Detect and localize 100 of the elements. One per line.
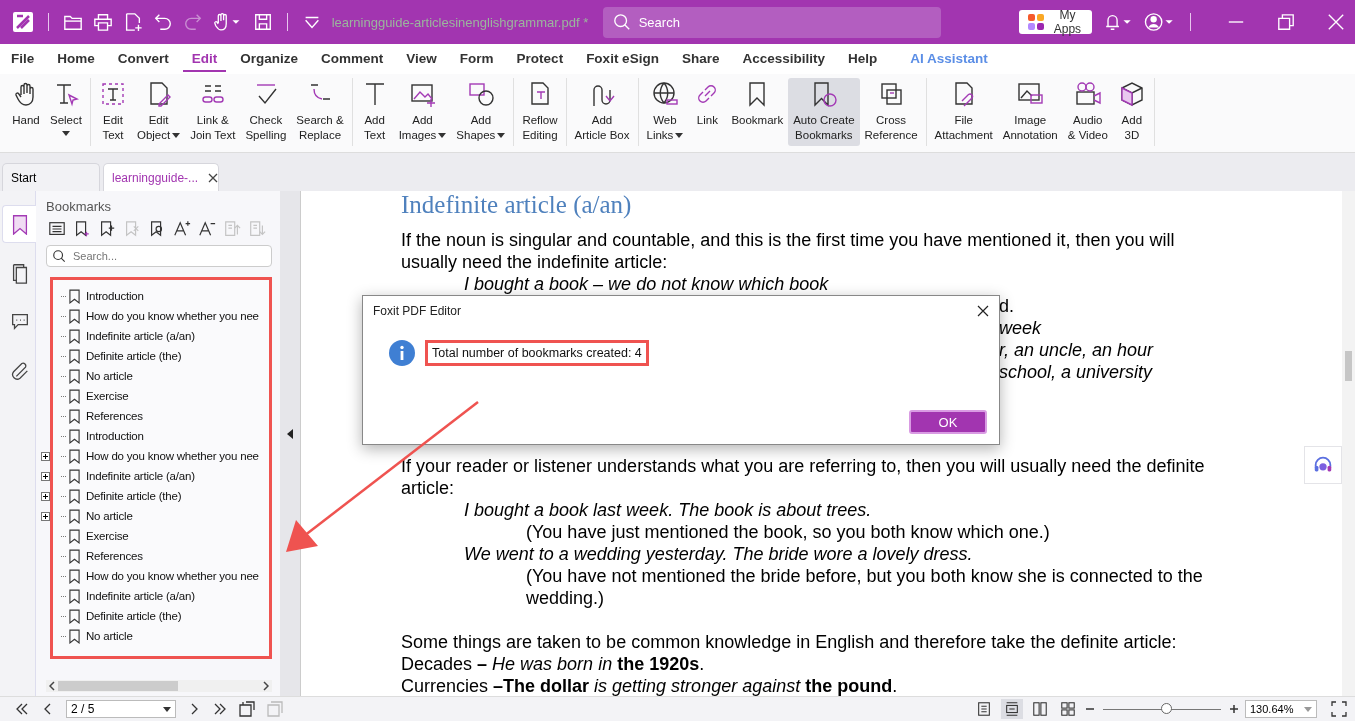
search-field[interactable]: Search... — [46, 245, 272, 267]
ribbon-button[interactable]: Add Text — [355, 78, 394, 146]
zoom-in-icon[interactable] — [1229, 704, 1239, 714]
bookmark-plus-icon[interactable] — [98, 220, 116, 238]
view-mode-button[interactable] — [1001, 699, 1023, 719]
bookmark-item[interactable]: Definite article (the) — [53, 486, 269, 506]
scroll-right-icon[interactable] — [263, 681, 269, 691]
printer-icon[interactable] — [92, 12, 113, 32]
menu-tab[interactable]: Form — [450, 46, 503, 72]
restore-icon[interactable] — [1277, 13, 1295, 31]
ai-assistant-button[interactable] — [1304, 446, 1342, 484]
ribbon-button[interactable]: Select — [45, 78, 87, 146]
bookmark-item[interactable]: No article — [53, 366, 269, 386]
bookmark-item[interactable]: Indefinite article (a/an) — [53, 466, 269, 486]
bookmark-item[interactable]: Introduction — [53, 286, 269, 306]
panel-tab[interactable] — [2, 205, 37, 243]
bookmark-item[interactable]: Exercise — [53, 386, 269, 406]
bookmark-item[interactable]: How do you know whether you nee — [53, 446, 269, 466]
ribbon-button[interactable]: Edit Object — [131, 78, 186, 146]
menu-tab[interactable]: File — [2, 46, 44, 72]
ribbon-button[interactable]: Hand — [7, 78, 45, 146]
search-field[interactable]: Search — [602, 6, 941, 38]
page-field[interactable]: 2 / 5 — [66, 700, 176, 718]
slider-thumb[interactable] — [1160, 703, 1172, 714]
ribbon-button[interactable]: Cross Reference — [859, 78, 923, 146]
menu-tab[interactable]: Home — [48, 46, 104, 72]
close-icon[interactable] — [208, 172, 219, 183]
expand-icon[interactable] — [41, 471, 50, 481]
bookmark-item[interactable]: No article — [53, 506, 269, 526]
zoom-field[interactable]: 130.64% — [1245, 700, 1317, 718]
bookmark-add-icon[interactable] — [73, 220, 91, 238]
ribbon-button[interactable]: Edit Text — [93, 78, 132, 146]
partial-text: week — [999, 317, 1042, 339]
bookmark-label: No article — [86, 510, 133, 522]
my-apps-button[interactable]: My Apps — [1018, 10, 1093, 34]
font-larger-icon[interactable] — [173, 220, 191, 238]
bookmark-item[interactable]: Indefinite article (a/an) — [53, 586, 269, 606]
menu-tab[interactable]: Protect — [507, 46, 573, 72]
bookmark-item[interactable]: Indefinite article (a/an) — [53, 326, 269, 346]
expand-icon[interactable] — [41, 511, 50, 521]
ribbon-button[interactable]: Link — [688, 78, 727, 146]
ribbon-button[interactable]: Add Shapes — [451, 78, 511, 146]
ribbon-button[interactable]: Audio & Video — [1062, 78, 1113, 146]
bookmark-item[interactable]: References — [53, 406, 269, 426]
menu-tab[interactable]: Comment — [312, 46, 393, 72]
close-icon[interactable] — [977, 305, 989, 317]
ribbon-button[interactable]: Check Spelling — [240, 78, 292, 146]
list-icon[interactable] — [48, 220, 66, 238]
ribbon-button[interactable]: Auto Create Bookmarks — [788, 78, 860, 146]
ok-button[interactable]: OK — [909, 410, 987, 434]
bookmark-label: Indefinite article (a/an) — [86, 470, 195, 482]
menu-tab[interactable]: Convert — [108, 46, 178, 72]
menu-tab[interactable]: Accessibility — [733, 46, 834, 72]
previous-view-icon[interactable] — [238, 700, 256, 718]
ribbon-button[interactable]: File Attachment — [929, 78, 998, 146]
ribbon-button[interactable]: Bookmark — [726, 78, 789, 146]
ribbon-button[interactable]: Image Annotation — [997, 78, 1063, 146]
menu-tab[interactable]: Help — [838, 46, 887, 72]
scrollbar[interactable] — [46, 680, 272, 692]
bookmark-item[interactable]: Exercise — [53, 526, 269, 546]
app-logo-icon[interactable] — [12, 11, 34, 33]
bookmark-item[interactable]: How do you know whether you nee — [53, 306, 269, 326]
document-tab[interactable]: learningguide-... — [103, 163, 219, 191]
two-page-continuous-icon — [1060, 701, 1076, 717]
bookmark-label: Indefinite article (a/an) — [86, 590, 195, 602]
ribbon-button[interactable]: Search & Replace — [291, 78, 349, 146]
bookmark-icon — [69, 508, 80, 524]
dialog-title: Foxit PDF Editor — [373, 304, 462, 318]
bookmark-item[interactable]: Definite article (the) — [53, 346, 269, 366]
undo-icon[interactable] — [152, 12, 173, 32]
ribbon-button[interactable]: Reflow Editing — [517, 78, 563, 146]
scroll-thumb[interactable] — [58, 681, 178, 691]
document-tab[interactable]: Start — [2, 163, 100, 191]
ribbon-button[interactable]: Web Links — [641, 78, 689, 146]
bookmark-item[interactable]: How do you know whether you nee — [53, 566, 269, 586]
bookmark-item[interactable]: References — [53, 546, 269, 566]
scrollbar[interactable] — [1342, 191, 1355, 696]
ribbon-button[interactable]: Add Images — [393, 78, 452, 146]
menu-tab[interactable]: Share — [672, 46, 729, 72]
expand-icon[interactable] — [41, 451, 50, 461]
scroll-thumb[interactable] — [1345, 351, 1352, 381]
example-sentence: I bought a book last week. The book is about trees. — [463, 499, 873, 521]
menu-tab[interactable]: Organize — [231, 46, 308, 72]
save-icon[interactable] — [252, 12, 273, 32]
ribbon-button[interactable]: Add Article Box — [569, 78, 635, 146]
expand-icon[interactable] — [41, 491, 50, 501]
collapse-icon[interactable] — [287, 428, 293, 439]
fullscreen-icon[interactable] — [1331, 701, 1347, 717]
menu-tab[interactable]: View — [397, 46, 446, 72]
bookmark-item[interactable]: Introduction — [53, 426, 269, 446]
bookmark-item[interactable]: No article — [53, 626, 269, 646]
scroll-left-icon[interactable] — [49, 681, 55, 691]
last-page-icon[interactable] — [212, 701, 228, 717]
font-smaller-icon[interactable] — [198, 220, 216, 238]
menu-tab[interactable]: Edit — [182, 46, 227, 72]
first-page-icon[interactable] — [14, 701, 30, 717]
bookmark-item[interactable]: Definite article (the) — [53, 606, 269, 626]
menu-tab[interactable]: Foxit eSign — [577, 46, 668, 72]
ribbon-button[interactable]: Link & Join Text — [185, 78, 241, 146]
ribbon-button[interactable]: Add 3D — [1112, 78, 1151, 146]
